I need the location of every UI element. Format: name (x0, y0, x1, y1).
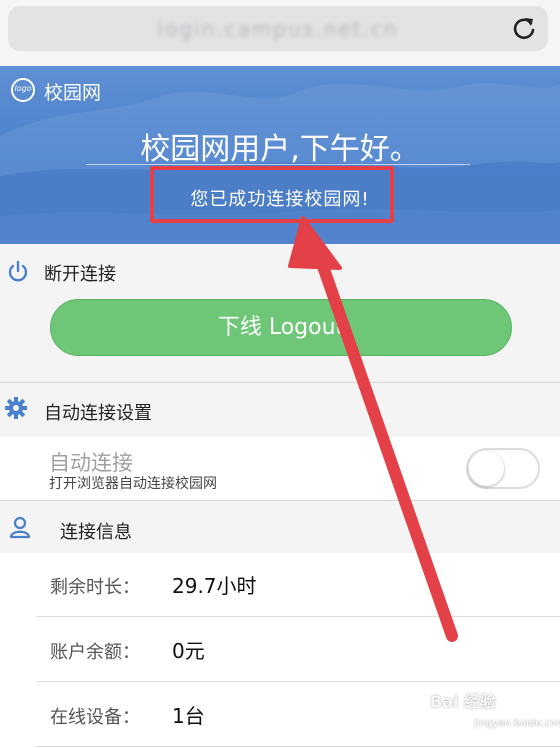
watermark-url: jingyan.baidu.com (474, 718, 560, 729)
row-divider (36, 681, 560, 682)
address-bar[interactable]: login.campus.net.cn (8, 6, 548, 51)
info-value: 1台 (172, 704, 205, 728)
url-text[interactable]: login.campus.net.cn (8, 17, 548, 41)
auto-connect-header: 自动连接设置 (0, 383, 560, 437)
welcome-banner: logo 校园网 校园网用户,下午好。 您已成功连接校园网! (0, 66, 560, 244)
campus-logo: logo (11, 78, 35, 102)
power-icon (8, 260, 28, 282)
watermark-logo: Bai 经验 (430, 692, 497, 711)
toggle-knob (469, 451, 504, 486)
status-highlight-box (150, 166, 394, 223)
row-divider (36, 746, 560, 747)
auto-connect-title: 自动连接设置 (44, 403, 152, 424)
user-icon (9, 516, 31, 539)
gear-icon (5, 397, 27, 419)
logout-button[interactable]: 下线 Logout (50, 299, 512, 356)
brand-title: 校园网 (44, 82, 102, 104)
info-label: 剩余时长： (50, 577, 140, 598)
info-label: 在线设备： (50, 707, 140, 728)
greeting-divider (86, 164, 470, 165)
auto-connect-toggle[interactable] (466, 448, 540, 489)
info-value: 29.7小时 (172, 574, 257, 598)
greeting-title: 校园网用户,下午好。 (140, 132, 420, 167)
info-label: 账户余额： (50, 642, 140, 663)
row-divider (36, 616, 560, 617)
info-row-balance: 账户余额： 0元 (0, 618, 560, 682)
browser-toolbar: login.campus.net.cn (0, 0, 560, 64)
connection-info-header: 连接信息 (0, 501, 560, 553)
auto-connect-option: 自动连接 打开浏览器自动连接校园网 (0, 437, 560, 500)
disconnect-title: 断开连接 (44, 264, 116, 285)
connection-info-title: 连接信息 (60, 522, 132, 543)
info-row-remaining-time: 剩余时长： 29.7小时 (0, 553, 560, 617)
reload-icon[interactable] (510, 15, 538, 43)
auto-connect-description: 打开浏览器自动连接校园网 (49, 476, 217, 492)
info-value: 0元 (172, 639, 205, 663)
